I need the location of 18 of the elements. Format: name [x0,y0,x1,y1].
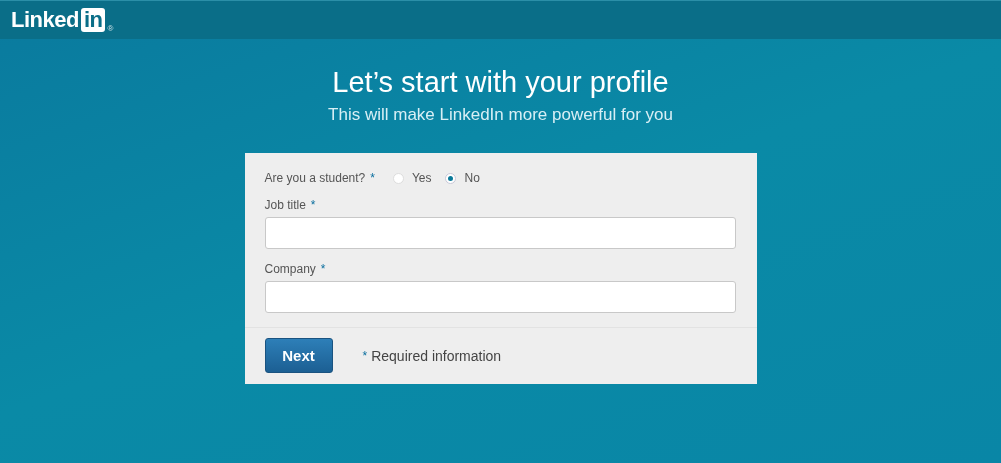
field-label: Job title [264,198,306,212]
radio-button[interactable] [392,172,404,184]
radio-label: No [464,171,480,185]
required-mark: * [362,348,368,363]
radio-label: Yes [411,171,432,185]
question-label: Are you a student? [264,171,366,185]
radio-button[interactable] [445,172,457,184]
required-note: Required information [371,347,502,364]
page-subtitle: This will make LinkedIn more powerful for you [328,105,673,125]
input-field[interactable] [264,281,736,313]
field-label: Company [264,262,316,276]
input-field[interactable] [264,217,736,249]
next-button[interactable]: Next [264,338,333,373]
page-title: Let’s start with your profile [332,66,669,99]
required-mark: * [370,171,375,185]
logo[interactable]: Linked in ® [11,7,113,33]
required-mark: * [310,198,316,212]
required-mark: * [320,262,326,276]
